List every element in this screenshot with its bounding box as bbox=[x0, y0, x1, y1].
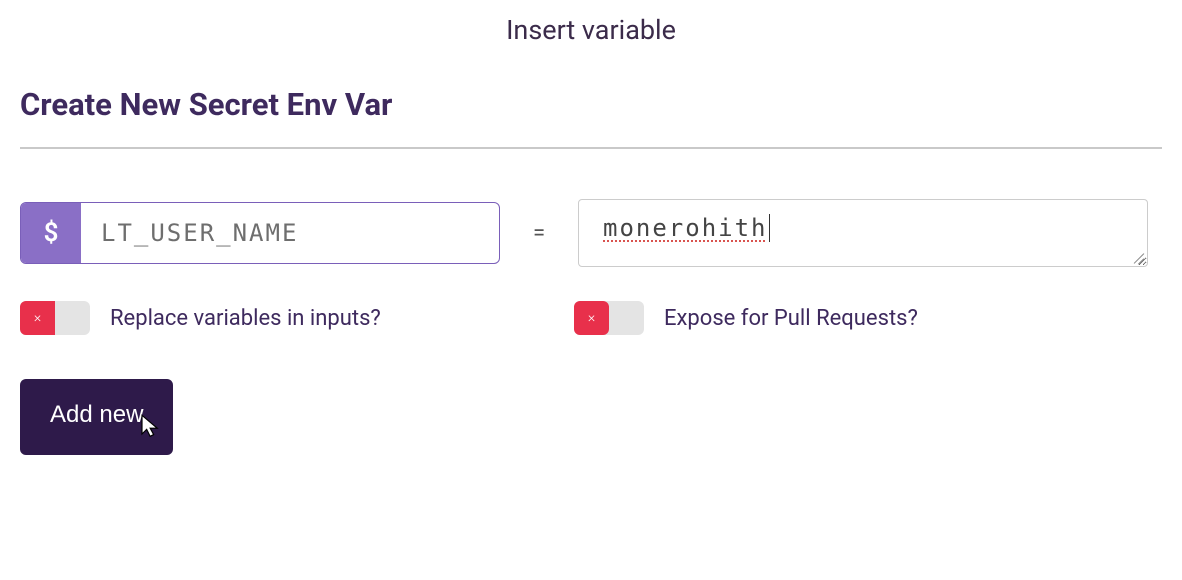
add-new-button[interactable]: Add new bbox=[20, 379, 173, 455]
key-input[interactable] bbox=[81, 203, 499, 263]
add-new-button-label: Add new bbox=[50, 401, 143, 429]
dollar-prefix: $ bbox=[21, 203, 81, 263]
env-var-row: $ = monerohith bbox=[20, 199, 1162, 267]
cursor-icon bbox=[135, 413, 163, 441]
text-caret bbox=[769, 214, 770, 242]
replace-toggle[interactable]: × bbox=[20, 301, 90, 335]
page-subtitle: Insert variable bbox=[20, 14, 1162, 46]
section-title: Create New Secret Env Var bbox=[20, 86, 1162, 123]
value-field[interactable]: monerohith bbox=[578, 199, 1148, 267]
key-field[interactable]: $ bbox=[20, 202, 500, 264]
close-icon: × bbox=[574, 301, 609, 335]
close-icon: × bbox=[20, 301, 55, 335]
toggles-row: × Replace variables in inputs? × Expose … bbox=[20, 301, 1162, 335]
expose-toggle-group: × Expose for Pull Requests? bbox=[574, 301, 918, 335]
replace-toggle-label: Replace variables in inputs? bbox=[110, 306, 381, 331]
expose-toggle[interactable]: × bbox=[574, 301, 644, 335]
expose-toggle-label: Expose for Pull Requests? bbox=[664, 306, 918, 331]
equals-sign: = bbox=[524, 221, 554, 246]
resize-handle-icon[interactable] bbox=[1132, 251, 1144, 263]
replace-toggle-group: × Replace variables in inputs? bbox=[20, 301, 574, 335]
divider bbox=[20, 147, 1162, 149]
value-text: monerohith bbox=[603, 214, 768, 242]
